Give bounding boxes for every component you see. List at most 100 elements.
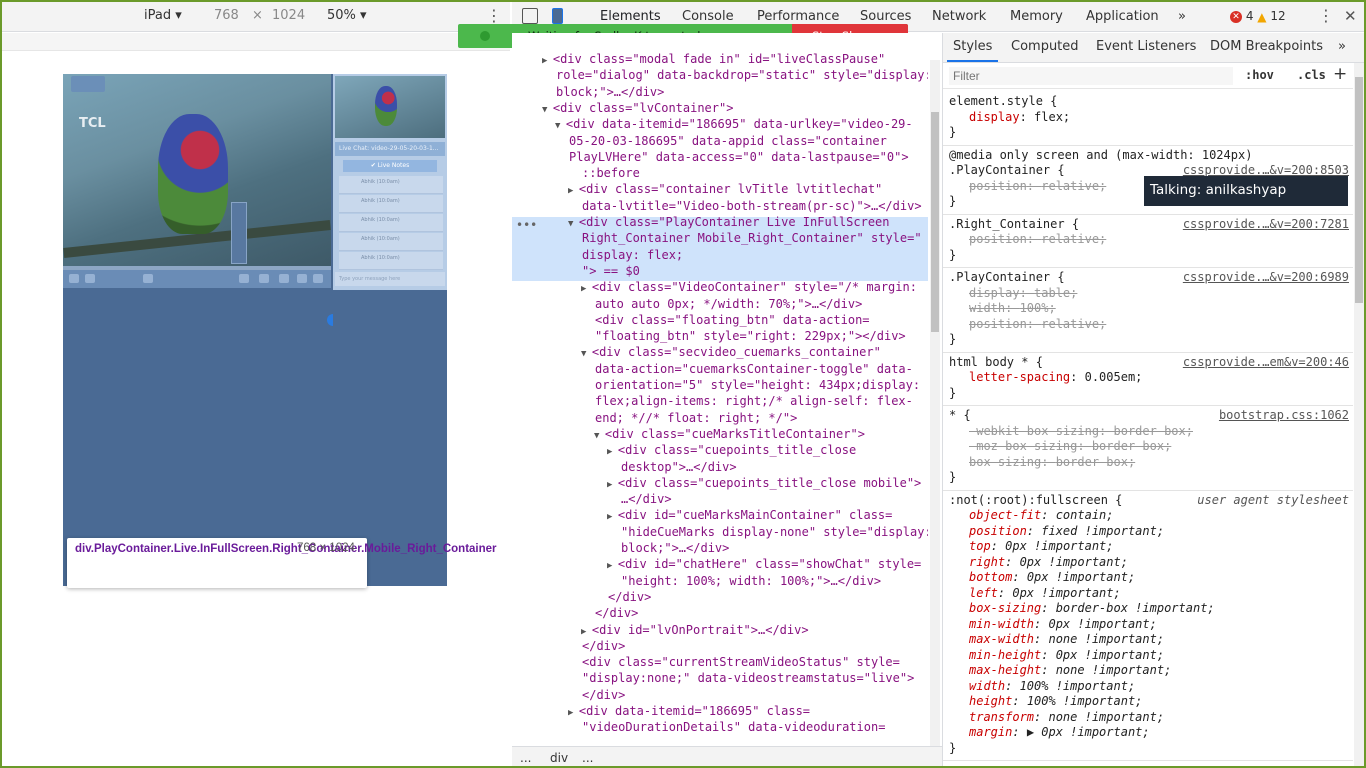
tab-styles[interactable]: Styles	[946, 39, 999, 62]
settings-icon[interactable]	[279, 274, 289, 283]
style-rule[interactable]: .Right_Container {cssprovide.…&v=200:728…	[943, 215, 1353, 268]
css-value[interactable]: 0px !important;	[1027, 570, 1135, 584]
rule-selector[interactable]: .Right_Container {	[949, 217, 1079, 233]
css-declaration[interactable]: right: 0px !important;	[969, 555, 1128, 571]
dom-node-line[interactable]: 05-20-03-186695" data-appid class="conta…	[569, 133, 887, 149]
css-value[interactable]: 0px !important;	[1005, 539, 1113, 553]
css-value[interactable]: 0px !important;	[1048, 617, 1156, 631]
css-value[interactable]: 0.005em;	[1085, 370, 1143, 384]
css-property[interactable]: position	[969, 232, 1027, 246]
device-toggle-icon[interactable]	[552, 8, 563, 24]
css-property[interactable]: min-width	[969, 617, 1034, 631]
css-value[interactable]: table;	[1034, 286, 1077, 300]
devtools-menu-icon[interactable]: ⋮	[1318, 6, 1334, 25]
css-property[interactable]: left	[969, 586, 998, 600]
breadcrumb-more-left[interactable]: ...	[520, 751, 531, 765]
css-declaration[interactable]: max-width: none !important;	[969, 632, 1164, 648]
css-property[interactable]: width	[969, 301, 1005, 315]
styles-scrollbar[interactable]	[1354, 63, 1364, 766]
dom-node-line[interactable]: "> == $0	[582, 263, 640, 279]
css-declaration[interactable]: min-height: 0px !important;	[969, 648, 1164, 664]
dom-node-line[interactable]: PlayLVHere" data-access="0" data-lastpau…	[569, 149, 909, 165]
collapse-triangle-icon[interactable]: ▼	[594, 431, 605, 441]
css-property[interactable]: display	[969, 110, 1020, 124]
css-declaration[interactable]: top: 0px !important;	[969, 539, 1114, 555]
css-value[interactable]: relative;	[1041, 232, 1106, 246]
rule-selector[interactable]: :not(:root):fullscreen {	[949, 493, 1122, 509]
chat-icon[interactable]	[259, 274, 269, 283]
tab-event-listeners[interactable]: Event Listeners	[1096, 39, 1196, 54]
rule-selector[interactable]: * {	[949, 408, 971, 424]
tab-application[interactable]: Application	[1086, 9, 1159, 24]
css-value[interactable]: 0px !important;	[1056, 648, 1164, 662]
elements-scroll-thumb[interactable]	[931, 112, 939, 332]
css-value[interactable]: 0px !important;	[1012, 586, 1120, 600]
tab-computed[interactable]: Computed	[1011, 39, 1079, 54]
css-property[interactable]: height	[969, 694, 1012, 708]
dom-node-line[interactable]: <div class="currentStreamVideoStatus" st…	[582, 654, 900, 670]
rule-source-link[interactable]: bootstrap.css:1062	[1219, 408, 1349, 424]
css-value[interactable]: none !important;	[1048, 710, 1164, 724]
style-rule[interactable]: :not(:root):fullscreen {user agent style…	[943, 491, 1353, 761]
css-property[interactable]: object-fit	[969, 508, 1041, 522]
css-declaration[interactable]: margin: ▶ 0px !important;	[969, 725, 1150, 741]
more-panels-icon[interactable]: »	[1338, 39, 1346, 54]
style-rule[interactable]: element.style {display: flex;}	[943, 92, 1353, 146]
styles-filter-input[interactable]	[949, 67, 1233, 85]
css-value[interactable]: 0px !important;	[1020, 555, 1128, 569]
device-menu-icon[interactable]: ⋮	[486, 6, 502, 25]
css-declaration[interactable]: height: 100% !important;	[969, 694, 1142, 710]
zoom-select[interactable]: 50% ▾	[327, 8, 367, 23]
cue-marker[interactable]	[231, 202, 247, 264]
dom-node-line[interactable]: ::before	[582, 165, 640, 181]
add-rule-icon[interactable]: +	[1333, 64, 1347, 84]
expand-triangle-icon[interactable]: ▶	[607, 447, 618, 457]
chat-input[interactable]: Type your message here	[335, 272, 445, 286]
hover-state-toggle[interactable]: :hov	[1245, 68, 1274, 82]
css-declaration[interactable]: min-width: 0px !important;	[969, 617, 1157, 633]
caption-icon[interactable]	[239, 274, 249, 283]
dom-node-line[interactable]: end; *//* float: right; */">	[595, 410, 797, 426]
css-declaration[interactable]: position: fixed !important;	[969, 524, 1164, 540]
live-notes-button[interactable]: ✔ Live Notes	[343, 160, 437, 172]
dom-node-line[interactable]: block;">…</div>	[621, 540, 729, 556]
tab-sources[interactable]: Sources	[860, 9, 911, 24]
dom-node-line[interactable]: "hideCueMarks display-none" style="displ…	[621, 524, 928, 540]
css-property[interactable]: letter-spacing	[969, 370, 1070, 384]
plus-icon[interactable]	[143, 274, 153, 283]
device-width[interactable]: 768	[214, 8, 239, 23]
style-rule[interactable]: * {bootstrap.css:1062 -webkit-box-sizing:…	[943, 406, 1353, 491]
css-value[interactable]: 100% !important;	[1020, 679, 1136, 693]
dom-node-line[interactable]: <div class="floating_btn" data-action=	[595, 312, 870, 328]
elements-scrollbar[interactable]	[930, 60, 940, 750]
css-value[interactable]: 100%;	[1020, 301, 1056, 315]
dom-node-line[interactable]: "display:none;" data-videostreamstatus="…	[582, 670, 914, 686]
css-declaration[interactable]: bottom: 0px !important;	[969, 570, 1135, 586]
css-declaration[interactable]: -moz-box-sizing: border-box;	[969, 439, 1171, 455]
fullscreen-icon[interactable]	[313, 274, 323, 283]
css-value[interactable]: border-box;	[1114, 424, 1193, 438]
css-declaration[interactable]: position: relative;	[969, 232, 1106, 248]
css-property[interactable]: position	[969, 179, 1027, 193]
dom-node-line[interactable]: …</div>	[621, 491, 672, 507]
tab-performance[interactable]: Performance	[757, 9, 839, 24]
dom-node-line[interactable]: role="dialog" data-backdrop="static" sty…	[556, 67, 928, 83]
rule-selector[interactable]: .PlayContainer {	[949, 163, 1065, 179]
class-toggle[interactable]: .cls	[1297, 68, 1326, 82]
css-property[interactable]: display	[969, 286, 1020, 300]
expand-triangle-icon[interactable]: ▶	[568, 186, 579, 196]
css-value[interactable]: flex;	[1034, 110, 1070, 124]
dom-node-line[interactable]: Right_Container Mobile_Right_Container" …	[582, 230, 922, 246]
css-value[interactable]: 100% !important;	[1027, 694, 1143, 708]
style-rule[interactable]: html body * {cssprovide.…em&v=200:46 lett…	[943, 353, 1353, 406]
css-property[interactable]: -moz-box-sizing	[969, 439, 1077, 453]
dom-node-line[interactable]: data-lvtitle="Video-both-stream(pr-sc)">…	[582, 198, 922, 214]
node-actions-icon[interactable]: •••	[516, 217, 537, 233]
css-declaration[interactable]: width: 100%;	[969, 301, 1056, 317]
css-declaration[interactable]: box-sizing: border-box;	[969, 455, 1135, 471]
dom-node-line[interactable]: "floating_btn" style="right: 229px;"></d…	[595, 328, 906, 344]
rule-selector[interactable]: .PlayContainer {	[949, 270, 1065, 286]
css-value[interactable]: none !important;	[1048, 632, 1164, 646]
rule-selector[interactable]: html body * {	[949, 355, 1043, 371]
rule-selector[interactable]: @media only screen and (max-width: 1024p…	[949, 148, 1252, 164]
